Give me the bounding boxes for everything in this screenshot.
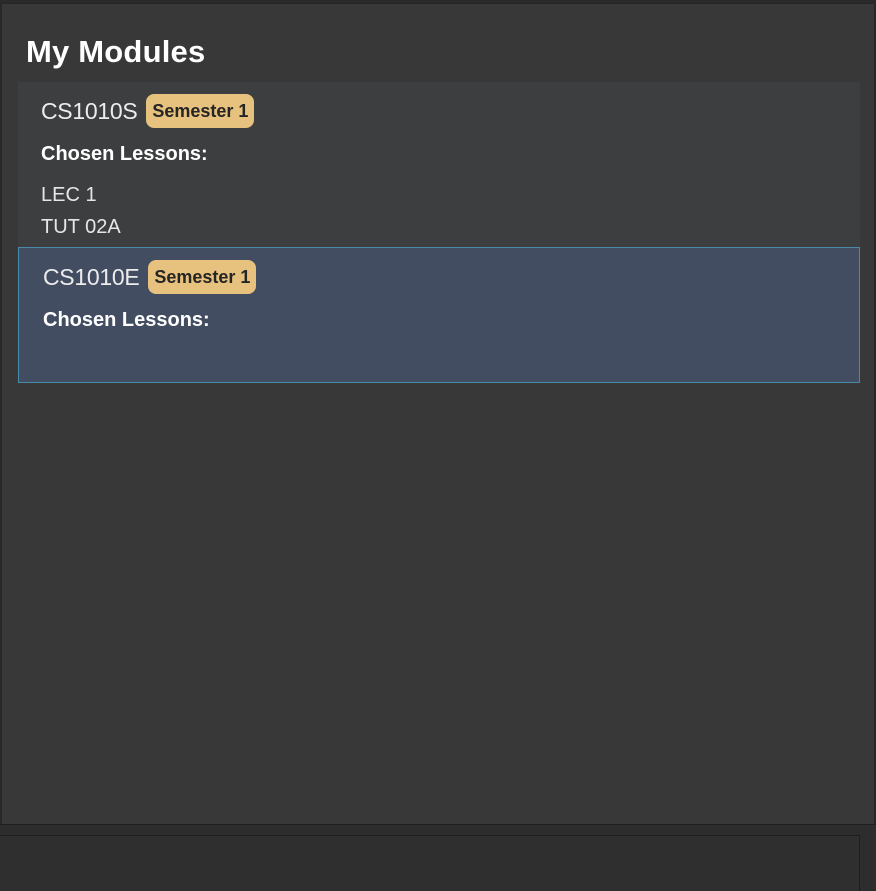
semester-badge: Semester 1 (148, 260, 257, 294)
lesson-list: LEC 1 TUT 02A (41, 179, 860, 243)
module-card-header: CS1010E Semester 1 (43, 260, 859, 294)
lesson-item: LEC 1 (41, 184, 97, 206)
module-list[interactable]: CS1010S Semester 1 Chosen Lessons: LEC 1… (18, 82, 860, 383)
bottom-bar (0, 824, 876, 891)
chosen-lessons-heading: Chosen Lessons: (41, 143, 208, 165)
bottom-panel (0, 835, 860, 891)
panel-title: My Modules (26, 34, 206, 69)
app-window: My Modules CS1010S Semester 1 Chosen Les… (0, 0, 876, 891)
module-card-header: CS1010S Semester 1 (41, 94, 860, 128)
chosen-lessons-heading: Chosen Lessons: (43, 309, 210, 331)
module-code: CS1010E (43, 263, 140, 290)
lesson-item: TUT 02A (41, 216, 121, 238)
module-card-selected[interactable]: CS1010E Semester 1 Chosen Lessons: (18, 247, 860, 383)
module-card[interactable]: CS1010S Semester 1 Chosen Lessons: LEC 1… (18, 82, 860, 247)
module-code: CS1010S (41, 97, 138, 124)
semester-badge: Semester 1 (146, 94, 255, 128)
module-panel: My Modules CS1010S Semester 1 Chosen Les… (1, 3, 875, 825)
